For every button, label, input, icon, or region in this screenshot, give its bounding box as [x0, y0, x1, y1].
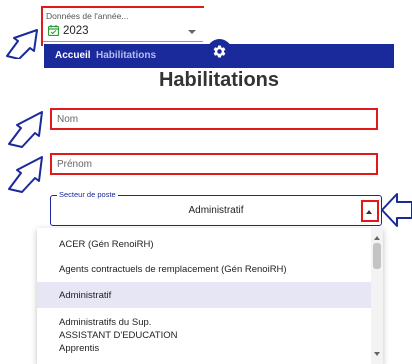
option-label: Apprentis [59, 343, 100, 354]
nav-link-habilitations[interactable]: Habilitations [96, 50, 156, 61]
option-label: ACER (Gén RenoiRH) [59, 239, 154, 250]
year-select-label: Données de l'année... [46, 11, 129, 21]
gear-icon [213, 45, 226, 58]
option-label: Administratif [59, 290, 112, 301]
option-label: Administratifs du Sup. [59, 317, 152, 328]
annotation-arrow-secteur-caret [381, 193, 412, 227]
annotation-arrow-nom [8, 111, 43, 148]
chevron-up-icon [366, 210, 372, 214]
year-select-underline [43, 41, 203, 42]
page-title: Habilitations [158, 69, 279, 91]
secteur-select-label: Secteur de poste [57, 190, 118, 199]
chevron-down-icon[interactable] [188, 30, 196, 34]
annotation-arrow-prenom [8, 156, 43, 193]
prenom-input[interactable] [50, 153, 378, 175]
scroll-down-icon[interactable] [374, 352, 380, 356]
secteur-options-list: ACER (Gén RenoiRH) Agents contractuels d… [37, 228, 383, 364]
nom-input-placeholder: Nom [57, 114, 79, 125]
option-label: ASSISTANT D'EDUCATION [59, 330, 178, 341]
option-label: Agents contractuels de remplacement (Gén… [59, 264, 287, 275]
nav-link-accueil[interactable]: Accueil [55, 50, 91, 61]
list-item[interactable]: ACER (Gén RenoiRH) [37, 230, 371, 256]
calendar-icon [48, 25, 59, 36]
prenom-input-placeholder: Prénom [57, 159, 93, 170]
scrollbar-thumb[interactable] [373, 243, 381, 269]
list-item-selected[interactable]: Administratif [37, 282, 371, 308]
nom-input[interactable] [50, 108, 378, 130]
secteur-select-value: Administratif [188, 205, 244, 216]
year-select-value: 2023 [63, 25, 89, 37]
list-item[interactable]: Agents contractuels de remplacement (Gén… [37, 256, 371, 282]
scroll-up-icon[interactable] [374, 236, 380, 240]
list-item[interactable]: Administratifs du Sup. ASSISTANT D'EDUCA… [37, 308, 371, 364]
